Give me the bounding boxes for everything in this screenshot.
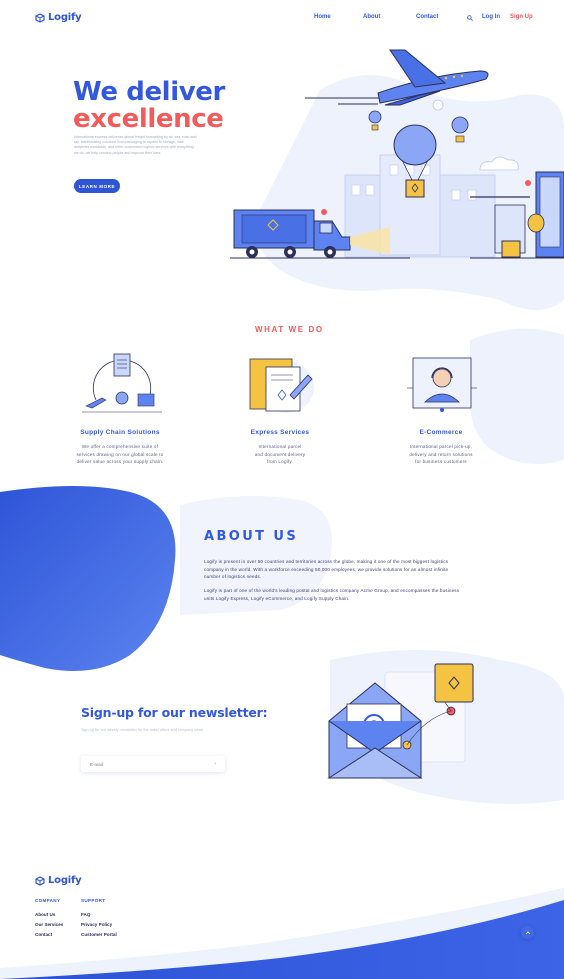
footer-link-faq[interactable]: FAQ: [81, 912, 90, 917]
hero-description: International express deliveries global …: [74, 135, 197, 155]
login-link[interactable]: Log In: [482, 14, 500, 20]
newsletter-subtitle: Sign up for our weekly newsletter for th…: [81, 728, 205, 732]
hero-title: We deliver excellence: [73, 79, 225, 133]
service-express-title: Express Services: [250, 429, 310, 436]
about-title: ABOUT US: [204, 529, 299, 544]
learn-more-button[interactable]: LEARN MORE: [74, 179, 120, 193]
newsletter-title: Sign-up for our newsletter:: [81, 705, 268, 720]
arrow-right-icon[interactable]: ›: [214, 761, 216, 767]
footer-logo[interactable]: Logify: [35, 875, 82, 886]
delivery-illustration: [230, 49, 564, 259]
nav-contact[interactable]: Contact: [416, 14, 438, 20]
hero-title-line2: excellence: [73, 104, 224, 134]
footer-link-contact[interactable]: Contact: [35, 932, 52, 937]
footer-logo-text: Logify: [48, 875, 82, 886]
express-documents-icon: [249, 358, 314, 413]
footer-company-heading: COMPANY: [35, 898, 61, 903]
service-express-text: International parcel and document delive…: [254, 444, 306, 464]
about-paragraph-2: Logify is part of one of the world's lea…: [204, 588, 460, 601]
nav-about[interactable]: About: [363, 14, 380, 20]
scroll-to-top-button[interactable]: [521, 926, 534, 939]
newsletter-email-field[interactable]: ›: [81, 756, 225, 772]
service-ecommerce-title: E-Commerce: [419, 429, 463, 436]
logo-icon: [35, 875, 45, 886]
about-paragraph-1: Logify is present in over 50 countries a…: [204, 559, 449, 580]
nav-home[interactable]: Home: [314, 14, 331, 20]
footer-link-about-us[interactable]: About Us: [35, 912, 55, 917]
service-supply-chain-text: We offer a comprehensive suite of servic…: [76, 444, 164, 464]
logo-icon: [35, 12, 45, 23]
logo-text: Logify: [48, 12, 82, 23]
signup-link[interactable]: Sign Up: [510, 14, 533, 20]
footer-link-our-services[interactable]: Our Services: [35, 922, 63, 927]
ecommerce-support-icon: [407, 357, 477, 412]
footer-link-privacy-policy[interactable]: Privacy Policy: [81, 922, 112, 927]
airplane-icon: [377, 49, 489, 106]
service-ecommerce-text: International parcel pick-up, delivery a…: [409, 444, 473, 464]
newsletter-envelope-illustration: [327, 663, 474, 779]
header-logo[interactable]: Logify: [35, 12, 82, 23]
supply-chain-icon: [82, 353, 162, 413]
footer-support-heading: SUPPORT: [81, 898, 106, 903]
what-we-do-label: WHAT WE DO: [255, 325, 324, 334]
arrow-up-icon: [525, 930, 530, 934]
email-input[interactable]: [90, 761, 200, 767]
service-supply-chain-title: Supply Chain Solutions: [80, 429, 160, 436]
search-icon[interactable]: [467, 15, 473, 21]
hero-title-line1: We deliver: [73, 77, 225, 107]
footer-link-customer-portal[interactable]: Customer Portal: [81, 932, 117, 937]
